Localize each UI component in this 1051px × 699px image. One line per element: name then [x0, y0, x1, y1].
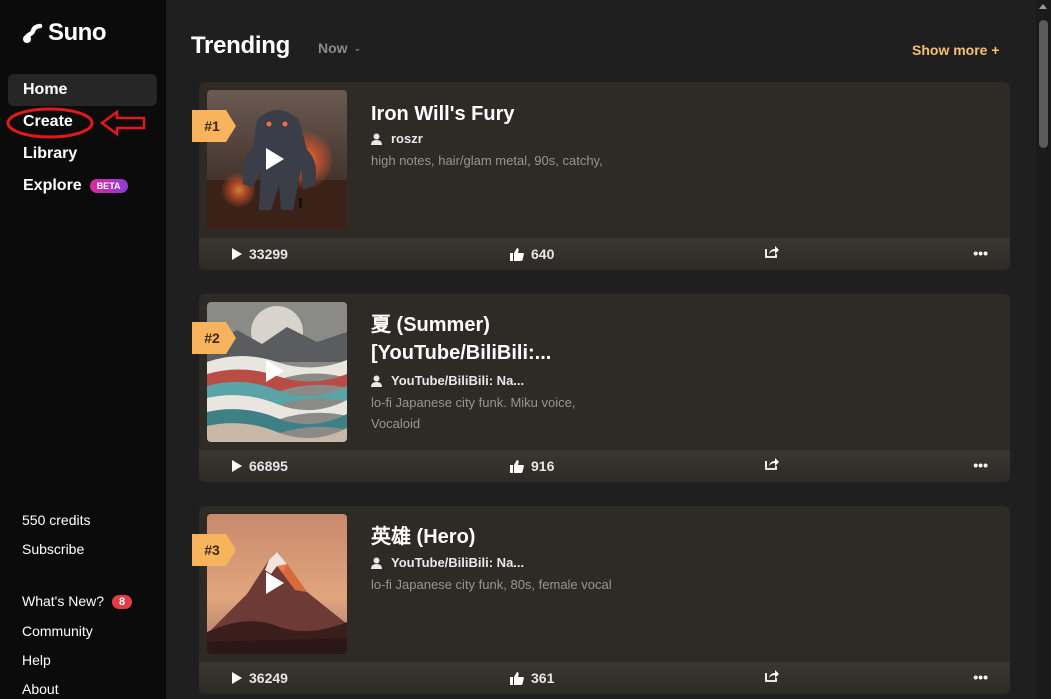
- song-stats-bar: 66895 916 •••: [199, 450, 1010, 482]
- sidebar-item-label: Library: [23, 145, 78, 162]
- sidebar-item-library[interactable]: Library: [8, 138, 157, 170]
- play-overlay-icon[interactable]: [266, 360, 284, 382]
- song-title[interactable]: 英雄 (Hero): [371, 523, 475, 551]
- song-author[interactable]: roszr: [371, 131, 423, 146]
- credits-label: 550 credits: [22, 512, 91, 528]
- author-name: roszr: [391, 131, 423, 146]
- beta-badge: BETA: [89, 179, 128, 193]
- like-count-value: 916: [531, 458, 555, 474]
- like-button[interactable]: 916: [510, 458, 554, 474]
- user-icon: [371, 557, 382, 569]
- sidebar-item-create[interactable]: Create: [8, 106, 157, 138]
- share-button[interactable]: [765, 458, 779, 470]
- share-icon: [765, 246, 779, 258]
- rank-ribbon: #3: [192, 534, 236, 566]
- play-count-value: 66895: [249, 458, 288, 474]
- more-options-icon[interactable]: •••: [973, 245, 988, 261]
- user-icon: [371, 133, 382, 145]
- song-card[interactable]: #2 夏 (Summer) [YouTube/BiliBili:... YouT…: [192, 294, 1010, 482]
- help-link[interactable]: Help: [22, 652, 51, 668]
- suno-logo-icon: [23, 23, 43, 43]
- play-icon: [232, 460, 242, 472]
- suno-logo[interactable]: Suno: [22, 19, 107, 47]
- show-more-link[interactable]: Show more +: [912, 42, 1000, 58]
- share-button[interactable]: [765, 670, 779, 682]
- scrollbar[interactable]: [1036, 0, 1051, 699]
- song-author[interactable]: YouTube/BiliBili: Na...: [371, 555, 524, 570]
- more-options-icon[interactable]: •••: [973, 457, 988, 473]
- thumbs-up-icon: [510, 459, 524, 473]
- song-stats-bar: 33299 640 •••: [199, 238, 1010, 270]
- play-icon: [232, 248, 242, 260]
- chevron-down-icon: ⌄: [353, 43, 362, 53]
- song-stats-bar: 36249 361 •••: [199, 662, 1010, 694]
- song-card[interactable]: #1 Iron Will's Fury roszr high notes, ha…: [192, 82, 1010, 270]
- user-icon: [371, 375, 382, 387]
- rank-label: #1: [204, 118, 220, 134]
- page-title: Trending: [191, 32, 290, 59]
- play-icon: [232, 672, 242, 684]
- share-button[interactable]: [765, 246, 779, 258]
- author-name: YouTube/BiliBili: Na...: [391, 555, 525, 570]
- rank-label: #3: [204, 542, 220, 558]
- share-icon: [765, 670, 779, 682]
- play-count-value: 33299: [249, 246, 288, 262]
- song-author[interactable]: YouTube/BiliBili: Na...: [371, 373, 524, 388]
- more-options-icon[interactable]: •••: [973, 669, 988, 685]
- play-count[interactable]: 33299: [232, 246, 288, 262]
- song-tags: high notes, hair/glam metal, 90s, catchy…: [371, 153, 603, 168]
- song-title[interactable]: Iron Will's Fury: [371, 100, 514, 128]
- sidebar: Suno Home Create Library Explore BETA 55…: [0, 0, 166, 699]
- subscribe-link[interactable]: Subscribe: [22, 541, 84, 557]
- song-title-line-2: [YouTube/BiliBili:...: [371, 342, 552, 364]
- thumbs-up-icon: [510, 671, 524, 685]
- rank-label: #2: [204, 330, 220, 346]
- whats-new-label: What's New?: [22, 593, 105, 609]
- song-card[interactable]: #3 英雄 (Hero) YouTube/BiliBili: Na... lo-…: [192, 506, 1010, 694]
- sidebar-item-label: Create: [23, 113, 73, 130]
- sidebar-nav: Home Create Library Explore BETA: [8, 74, 157, 202]
- like-count-value: 361: [531, 670, 555, 686]
- main-content: Trending Now ⌄ Show more + #1 Iron Will'…: [166, 0, 1036, 699]
- play-count-value: 36249: [249, 670, 288, 686]
- like-button[interactable]: 361: [510, 670, 554, 686]
- period-dropdown[interactable]: Now ⌄: [318, 40, 361, 56]
- scroll-up-arrow-icon[interactable]: [1039, 4, 1047, 9]
- sidebar-item-home[interactable]: Home: [8, 74, 157, 106]
- play-count[interactable]: 66895: [232, 458, 288, 474]
- whats-new-link[interactable]: What's New? 8: [22, 593, 133, 609]
- play-overlay-icon[interactable]: [266, 572, 284, 594]
- scrollbar-thumb[interactable]: [1039, 20, 1048, 148]
- play-count[interactable]: 36249: [232, 670, 288, 686]
- community-link[interactable]: Community: [22, 623, 93, 639]
- song-tags: lo-fi Japanese city funk. Miku voice, Vo…: [371, 395, 576, 431]
- thumbs-up-icon: [510, 247, 524, 261]
- sidebar-item-label: Explore: [23, 177, 82, 194]
- rank-ribbon: #2: [192, 322, 236, 354]
- song-title[interactable]: 夏 (Summer) [YouTube/BiliBili:...: [371, 311, 551, 367]
- play-overlay-icon[interactable]: [266, 148, 284, 170]
- like-button[interactable]: 640: [510, 246, 554, 262]
- period-label: Now: [318, 40, 348, 56]
- rank-ribbon: #1: [192, 110, 236, 142]
- logo-text: Suno: [48, 19, 107, 46]
- song-tags: lo-fi Japanese city funk, 80s, female vo…: [371, 577, 612, 592]
- sidebar-item-label: Home: [23, 81, 68, 98]
- like-count-value: 640: [531, 246, 555, 262]
- song-title-line-1: 夏 (Summer): [371, 314, 490, 336]
- about-link[interactable]: About: [22, 681, 59, 697]
- whats-new-count-badge: 8: [112, 595, 133, 609]
- author-name: YouTube/BiliBili: Na...: [391, 373, 525, 388]
- sidebar-item-explore[interactable]: Explore BETA: [8, 170, 157, 202]
- share-icon: [765, 458, 779, 470]
